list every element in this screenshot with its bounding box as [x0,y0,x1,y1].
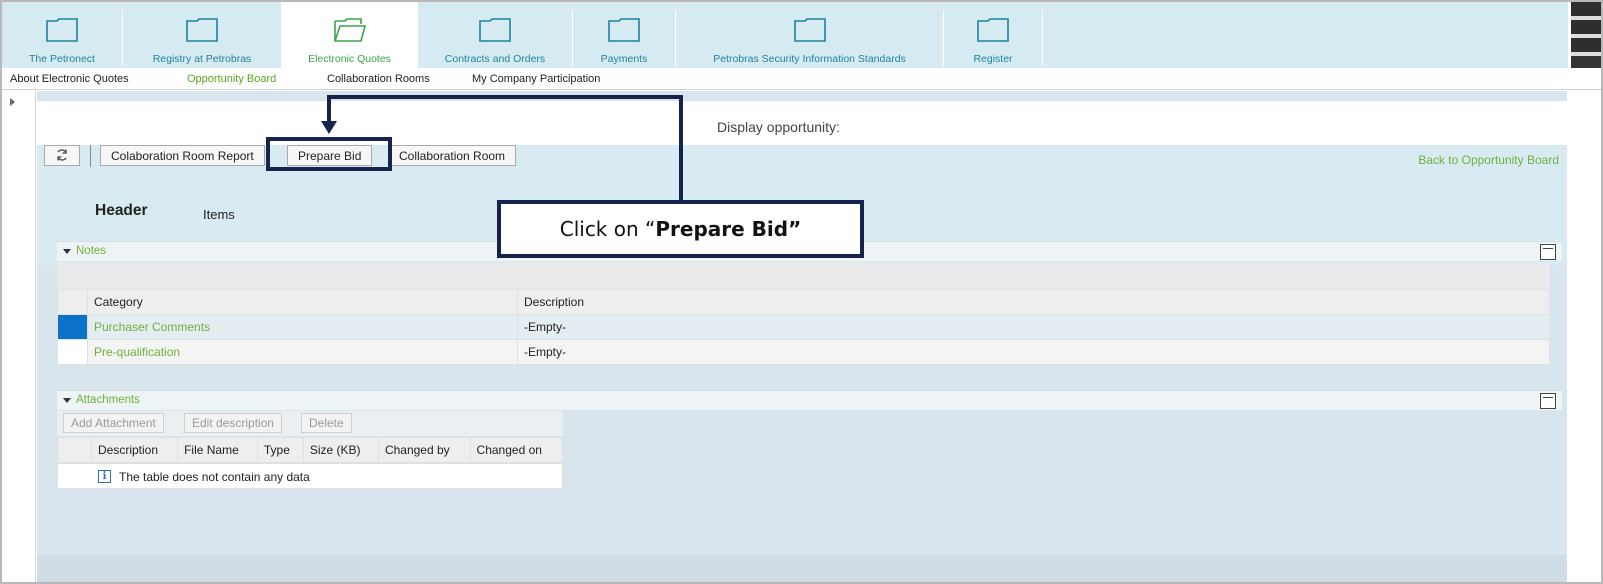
prepare-bid-highlight [266,137,392,171]
delete-button[interactable]: Delete [301,413,352,433]
open-folder-icon [333,18,366,42]
collapse-icon[interactable] [1540,244,1556,260]
column-header-changed-on: Changed on [469,437,564,463]
subtab-header[interactable]: Header [95,202,148,220]
tab-contracts-and-orders[interactable]: Contracts and Orders [418,2,572,68]
back-to-opportunity-board-link[interactable]: Back to Opportunity Board [1418,153,1559,167]
callout-bold-text: Prepare Bid” [655,217,802,241]
subnav-collaboration-rooms[interactable]: Collaboration Rooms [327,73,430,85]
column-header-file-name: File Name [177,437,258,463]
tab-label: The Petronect [29,53,95,65]
folder-icon [608,18,640,42]
tab-divider [1042,10,1043,66]
notes-title: Notes [76,245,107,257]
bottom-strip [37,555,1567,582]
folder-icon [793,18,826,42]
page-title: Display opportunity: [717,119,840,135]
tab-label: Electronic Quotes [308,53,391,65]
annotation-connector [679,95,683,203]
sub-navigation: About Electronic Quotes Opportunity Boar… [2,68,1601,90]
row-selector[interactable] [57,339,88,365]
subtab-items[interactable]: Items [203,207,235,222]
subnav-opportunity-board[interactable]: Opportunity Board [187,73,276,85]
column-header-category: Category [87,289,518,315]
refresh-button[interactable] [44,145,80,166]
notes-table: Category Description Purchaser Comments … [57,289,1550,365]
table-header-row: Category Description [57,289,1550,315]
empty-table-row: i The table does not contain any data [57,463,563,489]
refresh-icon [57,149,67,161]
tab-label: Payments [600,53,648,65]
instruction-callout: Click on “Prepare Bid” [497,200,864,258]
edit-description-button[interactable]: Edit description [184,413,283,433]
row-selector[interactable] [57,314,88,340]
main-tab-bar: The Petronect Registry at Petrobras Elec… [2,2,1568,68]
table-row[interactable]: Purchaser Comments -Empty- [57,314,1550,340]
annotation-arrow-icon [321,121,337,134]
notes-toolbar-strip [57,263,1550,289]
tab-register[interactable]: Register [944,2,1042,68]
category-link[interactable]: Pre-qualification [87,339,518,365]
folder-icon [479,18,511,42]
annotation-connector [327,95,331,123]
tab-electronic-quotes[interactable]: Electronic Quotes [281,2,418,68]
tab-label: Registry at Petrobras [152,53,252,65]
subnav-about-electronic-quotes[interactable]: About Electronic Quotes [10,73,129,85]
description-cell: -Empty- [517,314,1550,340]
table-row[interactable]: Pre-qualification -Empty- [57,339,1550,365]
tab-label: Contracts and Orders [444,53,546,65]
category-link[interactable]: Purchaser Comments [87,314,518,340]
expand-arrow-icon[interactable] [10,98,15,106]
column-header-description: Description [517,289,1550,315]
folder-icon [186,18,218,42]
attachments-table: Description File Name Type Size (KB) Cha… [57,437,564,463]
tab-label: Register [973,53,1013,65]
caret-down-icon [63,398,71,403]
caret-down-icon [63,249,71,254]
empty-table-message: The table does not contain any data [119,470,310,484]
window-edge-controls [1571,2,1601,68]
callout-text: Click on “ [559,217,656,241]
annotation-connector [327,95,683,99]
tab-the-petronect[interactable]: The Petronect [2,2,122,68]
colaboration-room-report-button[interactable]: Colaboration Room Report [100,145,265,166]
column-header-changed-by: Changed by [377,437,471,463]
folder-icon [46,18,78,42]
column-header-type: Type [256,437,304,463]
row-selector-header [57,289,88,315]
description-cell: -Empty- [517,339,1550,365]
column-header-description: Description [90,437,179,463]
add-attachment-button[interactable]: Add Attachment [63,413,164,433]
attachments-section-header[interactable]: Attachments [57,390,1562,410]
row-selector-header [57,437,92,463]
attachments-title: Attachments [76,394,140,406]
subnav-my-company-participation[interactable]: My Company Participation [472,73,600,85]
table-header-row: Description File Name Type Size (KB) Cha… [57,437,564,463]
tab-security-standards[interactable]: Petrobras Security Information Standards [676,2,943,68]
collaboration-room-button[interactable]: Collaboration Room [388,145,517,166]
collapse-icon[interactable] [1540,393,1556,409]
tab-registry-at-petrobras[interactable]: Registry at Petrobras [123,2,281,68]
info-icon: i [98,470,111,483]
column-header-size: Size (KB) [302,437,379,463]
toolbar-separator [90,145,91,167]
folder-icon [977,18,1009,42]
tab-label: Petrobras Security Information Standards [713,53,906,65]
tab-payments[interactable]: Payments [573,2,675,68]
left-collapsed-panel [2,91,36,582]
